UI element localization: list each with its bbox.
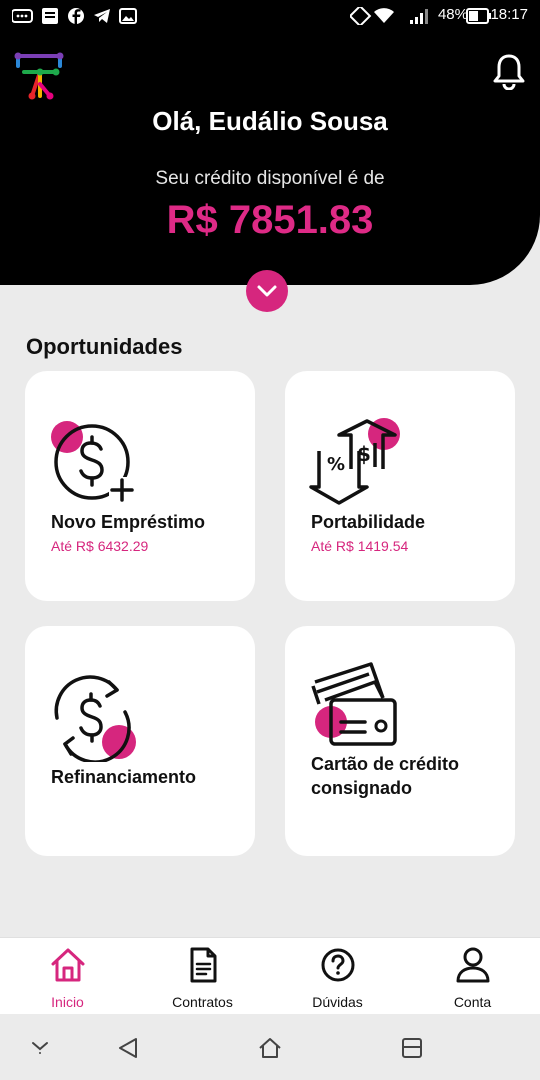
bottom-nav: Inicio Contratos Dúvidas Conta: [0, 937, 540, 1015]
tab-contratos[interactable]: Contratos: [135, 938, 270, 1015]
question-icon: [321, 948, 355, 982]
document-icon: [190, 947, 217, 983]
back-icon[interactable]: [116, 1036, 140, 1060]
credit-amount: R$ 7851.83: [166, 198, 374, 242]
home-icon: [51, 948, 85, 982]
transfer-arrows-icon: % $: [309, 418, 400, 505]
tab-duvidas[interactable]: Dúvidas: [270, 938, 405, 1015]
app-logo-icon: [14, 52, 64, 100]
card-cartao-credito[interactable]: Cartão de crédito consignado: [285, 626, 515, 856]
system-nav-bar: [0, 1014, 540, 1080]
tab-label: Dúvidas: [312, 994, 363, 1010]
card-amount: Até R$ 6432.29: [51, 538, 149, 554]
clock: 18:17: [490, 6, 528, 23]
tab-conta[interactable]: Conta: [405, 938, 540, 1015]
card-title: Portabilidade: [311, 512, 426, 532]
signal-icons: [350, 7, 428, 25]
card-title: Novo Empréstimo: [51, 512, 206, 532]
tab-label: Contratos: [172, 994, 233, 1010]
tab-inicio[interactable]: Inicio: [0, 938, 135, 1015]
svg-text:%: %: [327, 454, 345, 475]
card-amount: Até R$ 1419.54: [311, 538, 409, 554]
battery-icon: [466, 8, 491, 24]
chevron-down-icon: [257, 285, 277, 297]
money-plus-icon: [51, 421, 135, 503]
tab-label: Conta: [453, 994, 492, 1010]
notification-icons: [12, 8, 137, 24]
card-refinanciamento[interactable]: Refinanciamento: [25, 626, 255, 856]
svg-text:$: $: [357, 442, 371, 466]
section-title: Oportunidades: [26, 334, 183, 359]
header: [0, 32, 540, 285]
battery-level: 48%: [437, 6, 468, 23]
tab-label: Inicio: [51, 994, 84, 1010]
status-bar: 48% 18:17: [0, 0, 540, 32]
bell-icon[interactable]: [492, 52, 526, 90]
credit-cards-icon: [311, 662, 397, 746]
expand-button[interactable]: [246, 270, 288, 312]
user-icon: [456, 947, 490, 983]
money-refresh-icon: [54, 675, 136, 762]
recent-apps-icon[interactable]: [400, 1036, 424, 1060]
card-title: Cartão de crédito consignado: [311, 754, 460, 798]
card-novo-emprestimo[interactable]: Novo Empréstimo Até R$ 6432.29: [25, 371, 255, 601]
credit-label: Seu crédito disponível é de: [155, 168, 385, 189]
card-portabilidade[interactable]: % $ Portabilidade Até R$ 1419.54: [285, 371, 515, 601]
home-nav-icon[interactable]: [258, 1036, 282, 1060]
collapse-icon[interactable]: [30, 1036, 50, 1056]
greeting: Olá, Eudálio Sousa: [152, 106, 388, 136]
card-title: Refinanciamento: [51, 767, 197, 787]
